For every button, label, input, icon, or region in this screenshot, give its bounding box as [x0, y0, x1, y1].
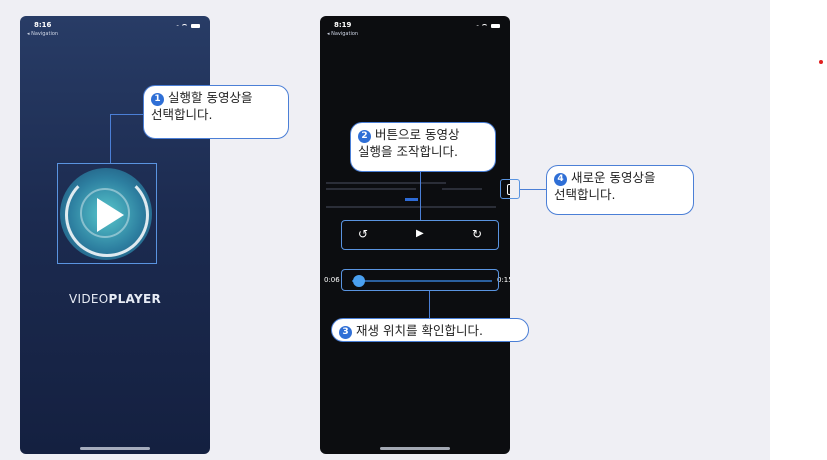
bullet-marker — [819, 60, 823, 64]
battery-icon — [491, 24, 500, 28]
video-frame-content — [322, 180, 508, 210]
wifi-icon — [481, 23, 488, 29]
callout-line: 1 실행할 동영상을 — [151, 89, 288, 106]
callout-text: 새로운 동영상을 — [571, 170, 656, 185]
callout-line: 선택합니다. — [151, 106, 288, 123]
back-navigation-link[interactable]: ◂ Navigation — [327, 31, 358, 37]
callout-line: 실행을 조작합니다. — [358, 143, 495, 160]
status-icons: ··· — [476, 23, 500, 29]
step-badge-1: 1 — [151, 93, 164, 106]
status-time: 8:16 — [34, 21, 52, 29]
back-navigation-link[interactable]: ◂ Navigation — [27, 31, 58, 37]
battery-icon — [191, 24, 200, 28]
step-badge-4: 4 — [554, 173, 567, 186]
callout-text: 실행할 동영상을 — [168, 90, 253, 105]
connector-line-3 — [429, 291, 431, 319]
step-badge-2: 2 — [358, 130, 371, 143]
home-indicator — [80, 447, 150, 450]
step-badge-3: 3 — [339, 326, 352, 339]
callout-select-video: 1 실행할 동영상을 선택합니다. — [143, 85, 289, 139]
callout-controls: 2 버튼으로 동영상 실행을 조작합니다. — [350, 122, 496, 172]
status-time: 8:19 — [334, 21, 352, 29]
callout-line: 2 버튼으로 동영상 — [358, 126, 495, 143]
callout-text: 선택합니다. — [151, 107, 213, 122]
brand-prefix: VIDEO — [68, 292, 109, 306]
callout-text: 선택합니다. — [554, 187, 616, 202]
app-brand: VIDEOPLAYER — [20, 292, 210, 306]
highlight-video-logo — [57, 163, 157, 264]
callout-seek-position: 3 재생 위치를 확인합니다. — [331, 318, 529, 342]
callout-line: 3 재생 위치를 확인합니다. — [339, 322, 528, 339]
callout-text: 실행을 조작합니다. — [358, 144, 458, 159]
home-indicator — [380, 447, 450, 450]
current-time: 0:06 — [324, 276, 340, 284]
status-icons: ··· — [176, 23, 200, 29]
connector-line-1b — [110, 114, 144, 116]
callout-line: 4 새로운 동영상을 — [554, 169, 693, 186]
highlight-picker — [500, 179, 520, 199]
connector-line-2 — [420, 172, 422, 220]
highlight-controls — [341, 220, 499, 250]
brand-suffix: PLAYER — [108, 292, 162, 306]
signal-icon: ··· — [476, 23, 479, 29]
signal-icon: ··· — [176, 23, 179, 29]
callout-new-video: 4 새로운 동영상을 선택합니다. — [546, 165, 694, 215]
callout-text: 버튼으로 동영상 — [375, 127, 460, 142]
callout-line: 선택합니다. — [554, 186, 693, 203]
highlight-seekbar — [341, 269, 499, 291]
callout-text: 재생 위치를 확인합니다. — [356, 323, 483, 338]
wifi-icon — [181, 23, 188, 29]
connector-line-4 — [520, 189, 547, 191]
video-highlight-chip — [405, 198, 418, 201]
connector-line-1 — [110, 114, 112, 163]
